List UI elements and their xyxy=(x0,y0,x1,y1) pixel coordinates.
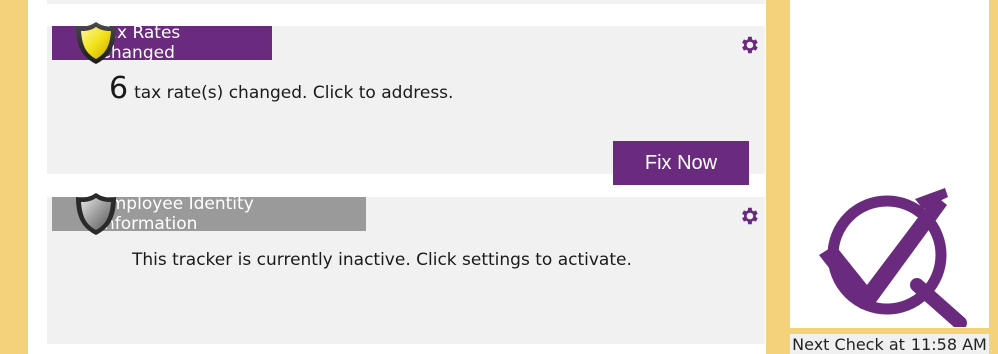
tracker-message[interactable]: 6 tax rate(s) changed. Click to address. xyxy=(109,74,453,104)
gear-icon[interactable] xyxy=(738,34,760,56)
changed-count: 6 xyxy=(109,71,129,106)
next-check-time: 11:58 AM xyxy=(910,334,987,354)
next-check-label: Next Check at xyxy=(792,334,905,354)
magnifier-check-logo-icon xyxy=(819,188,967,327)
tracker-message-text: This tracker is currently inactive. Clic… xyxy=(132,250,632,270)
gear-icon[interactable] xyxy=(738,205,760,227)
previous-card-edge xyxy=(47,0,765,4)
fix-now-button[interactable]: Fix Now xyxy=(613,141,749,185)
next-check-status: Next Check at 11:58 AM xyxy=(790,334,989,354)
tracker-message-text: tax rate(s) changed. Click to address. xyxy=(134,83,454,103)
shield-yellow-icon xyxy=(76,22,116,64)
shield-gray-icon xyxy=(76,193,116,235)
tracker-card-employee-identity[interactable]: Employee Identity Information This track… xyxy=(47,193,765,344)
window-border xyxy=(989,0,998,354)
tracker-title: Tax Rates Changed xyxy=(99,23,181,63)
tracker-title: Employee Identity Information xyxy=(99,194,254,234)
